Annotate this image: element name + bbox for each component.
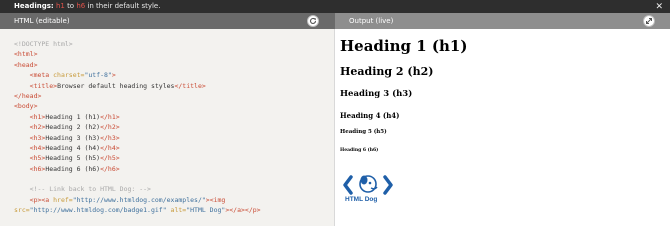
code-line[interactable]: <!-- Link back to HTML Dog: --> [14,184,335,194]
code-line[interactable]: <h3>Heading 3 (h3)</h3> [14,133,335,143]
code-line[interactable]: <h4>Heading 4 (h4)</h4> [14,143,335,153]
banner-tail: in their default style. [87,2,161,10]
code-token: Browser default heading styles [57,81,175,90]
code-token: "http://www.htmldog.com/examples/" [72,195,206,204]
heading-4: Heading 4 (h4) [340,111,400,120]
code-token: <!DOCTYPE html> [14,40,73,48]
code-token: <!-- Link back to HTML Dog: --> [29,185,151,194]
code-token: Heading 1 (h1) [45,112,101,121]
logo-caption: HTML Dog [345,196,378,203]
code-token: </title> [174,81,206,90]
code-line[interactable]: src="http://www.htmldog.com/badge1.gif" … [14,205,335,215]
code-token: </h6> [100,164,120,173]
code-line[interactable]: <!DOCTYPE html> [14,39,335,49]
code-token: </h3> [100,133,120,142]
heading-1: Heading 1 (h1) [340,37,468,55]
code-line[interactable]: <html> [14,49,335,59]
code-token: </head> [14,91,42,100]
code-line[interactable]: <body> [14,101,335,111]
code-token: Heading 6 (h6) [45,164,101,173]
code-token: <meta [29,71,54,80]
heading-5: Heading 5 (h5) [340,129,387,135]
code-token: </h2> [100,123,120,132]
code-line[interactable]: <meta charset="utf-8"> [14,70,335,80]
code-token: <title> [29,81,58,90]
code-editor[interactable]: <!DOCTYPE html> <html> <head> <meta charse… [0,29,335,226]
banner-tag-end: h6 [76,2,86,10]
code-token: "HTML Dog" [186,206,226,215]
editor-panel-title: HTML (editable) [14,17,70,25]
code-line[interactable]: </head> [14,91,335,101]
code-token: Heading 4 (h4) [45,143,101,152]
code-line[interactable]: <h6>Heading 6 (h6)</h6> [14,164,335,174]
code-token: <h4> [29,143,46,152]
code-line[interactable]: <p><a href="http://www.htmldog.com/examp… [14,195,335,205]
code-token: alt= [170,206,187,215]
code-token: Heading 2 (h2) [45,123,101,132]
code-token: "utf-8" [84,71,112,80]
code-token: <h6> [29,164,46,173]
output-panel-title: Output (live) [349,17,394,25]
expand-button[interactable] [643,15,655,27]
code-token: ><img [205,195,226,204]
code-line[interactable]: <h2>Heading 2 (h2)</h2> [14,122,335,132]
code-line[interactable]: <h5>Heading 5 (h5)</h5> [14,153,335,163]
expand-icon [646,18,652,24]
code-token: </h5> [100,154,120,163]
code-token: ></a></p> [225,206,261,215]
code-token: href= [53,195,73,204]
code-token: "http://www.htmldog.com/badge1.gif" [29,206,167,215]
code-token: Heading 5 (h5) [45,154,101,163]
code-token: charset= [53,71,85,80]
code-token: <h2> [29,123,46,132]
code-token: <head> [14,60,38,69]
refresh-button[interactable] [307,15,319,27]
banner-mid: to [67,2,75,10]
code-token: > [111,71,116,80]
heading-6: Heading 6 (h6) [340,148,379,153]
code-line[interactable]: <title>Browser default heading styles</t… [14,81,335,91]
output-panel-header: Output (live) [335,13,670,29]
code-line[interactable]: <head> [14,60,335,70]
code-token: <h3> [29,133,46,142]
refresh-icon [309,17,317,25]
code-line[interactable] [14,174,335,184]
code-token: <p><a [29,195,54,204]
output-preview: Heading 1 (h1) Heading 2 (h2) Heading 3 … [335,29,670,226]
code-token: <body> [14,102,38,111]
heading-3: Heading 3 (h3) [340,89,413,99]
banner-tag-start: h1 [55,2,65,10]
html-dog-logo[interactable] [343,173,393,209]
code-token: <html> [14,50,38,59]
code-token: </h4> [100,143,120,152]
code-token: </h1> [100,112,120,121]
code-token: src= [14,206,30,215]
top-banner: Headings: h1 to h6 in their default styl… [0,0,670,13]
code-line[interactable]: <h1>Heading 1 (h1)</h1> [14,112,335,122]
heading-2: Heading 2 (h2) [340,65,434,78]
code-token: <h5> [29,154,46,163]
editor-panel-header: HTML (editable) [0,13,335,29]
code-token: Heading 3 (h3) [45,133,101,142]
code-token: <h1> [29,112,46,121]
banner-lead: Headings: [14,2,54,10]
